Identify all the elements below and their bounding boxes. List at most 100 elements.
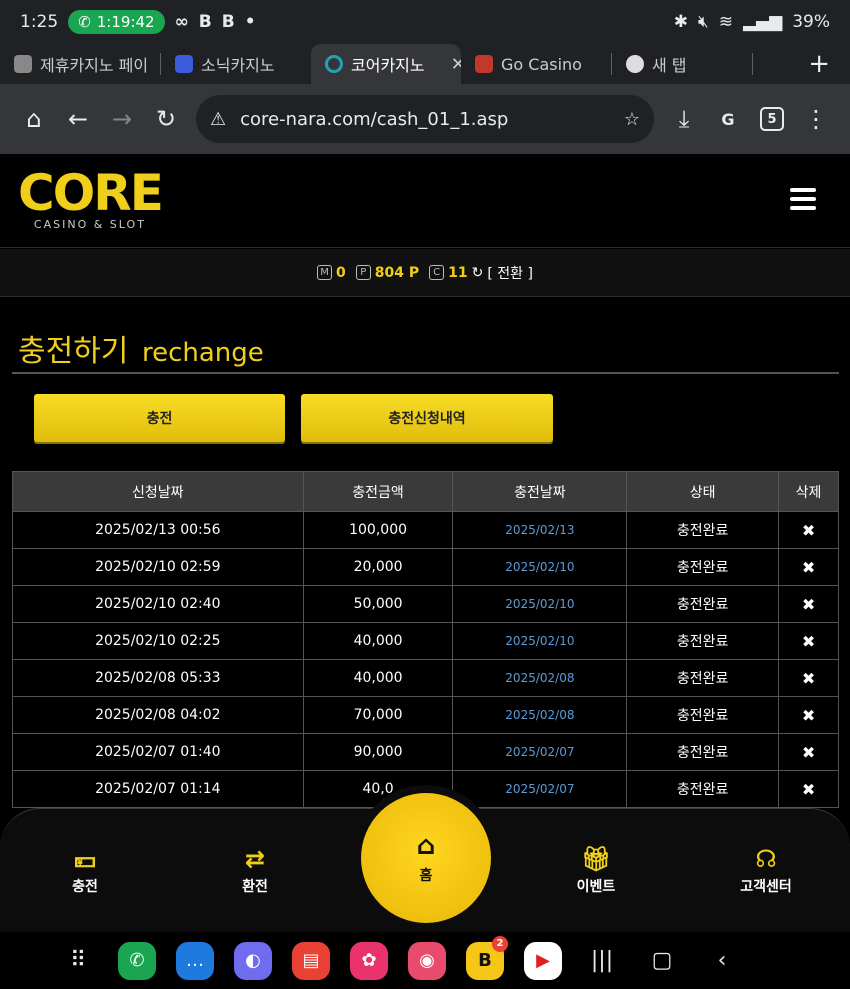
money-value: 0 (336, 264, 346, 281)
col-header: 상태 (626, 471, 780, 512)
download-icon[interactable]: ⤓ (662, 97, 706, 141)
charge-amount: 70,000 (302, 696, 454, 734)
app-drawer-icon[interactable]: ⠿ (58, 948, 98, 973)
p-badge-icon: P (355, 265, 371, 280)
close-tab-icon[interactable]: ✕ (451, 54, 461, 75)
phone-app-icon[interactable]: ✆ (118, 941, 156, 980)
charge-date: 2025/02/08 (452, 696, 628, 734)
url-text: core-nara.com/cash_01_1.asp (240, 108, 509, 130)
call-indicator[interactable]: ✆ 1:19:42 (68, 10, 165, 34)
forward-arrow-icon[interactable]: → (100, 97, 144, 141)
charge-amount: 40,000 (302, 659, 454, 697)
home-nav-icon[interactable]: ▢ (642, 948, 682, 973)
signal-icon: ▂▄▆ (742, 12, 783, 32)
translate-icon[interactable]: G (706, 97, 750, 141)
nav-label: 이벤트 (576, 879, 616, 895)
coupon-value: 11 (448, 264, 468, 281)
delete-icon[interactable]: ✖ (778, 622, 839, 660)
nav-charge[interactable]: 💴︎ 충전 (40, 842, 130, 896)
favicon-icon (325, 55, 343, 73)
internet-app-icon[interactable]: ◐ (234, 941, 272, 980)
delete-icon[interactable]: ✖ (778, 659, 839, 697)
bluetooth-icon: ✱ (673, 12, 688, 32)
table-row: 2025/02/10 02:59 20,000 2025/02/10 충전완료 … (12, 548, 839, 586)
call-timer: 1:19:42 (96, 13, 155, 31)
page-title: 충전하기 rechange (18, 326, 264, 370)
table-header-row: 신청날짜 충전금액 충전날짜 상태 삭제 (12, 471, 839, 512)
charge-history-table: 신청날짜 충전금액 충전날짜 상태 삭제 2025/02/13 00:56 10… (12, 471, 839, 808)
back-arrow-icon[interactable]: ← (56, 97, 100, 141)
coupon-balance: C 11 ↻ [ 전환 ] (429, 263, 533, 283)
core-logo[interactable]: CORE CASINO & SLOT (18, 168, 164, 231)
delete-icon[interactable]: ✖ (778, 585, 839, 623)
back-nav-icon[interactable]: ‹ (702, 948, 742, 973)
b-app-icon[interactable]: B2 (466, 935, 508, 980)
tab-go-casino[interactable]: Go Casino (461, 44, 611, 84)
title-divider (12, 372, 839, 374)
delete-icon[interactable]: ✖ (778, 733, 839, 771)
phone-icon: ✆ (78, 13, 91, 31)
messages-app-icon[interactable]: … (176, 941, 214, 980)
nav-home-button[interactable]: ⌂ 홈 (361, 793, 491, 923)
status: 충전완료 (626, 585, 780, 623)
warning-icon[interactable]: ⚠ (210, 109, 226, 130)
table-row: 2025/02/08 05:33 40,000 2025/02/08 충전완료 … (12, 659, 839, 697)
nav-exchange[interactable]: ⇄ 환전 (210, 842, 300, 896)
charge-button[interactable]: 충전 (34, 394, 285, 442)
more-menu-icon[interactable]: ⋮ (794, 97, 838, 141)
camera-app-icon[interactable]: ◉ (408, 941, 446, 980)
home-icon[interactable]: ⌂ (12, 97, 56, 141)
nav-support[interactable]: ☊ 고객센터 (721, 842, 811, 896)
site-header: CORE CASINO & SLOT (0, 154, 850, 248)
switch-link[interactable]: [ 전환 ] (487, 263, 533, 283)
tab-new-tab[interactable]: 새 탭 (612, 44, 752, 84)
col-header: 충전날짜 (452, 471, 628, 512)
delete-icon[interactable]: ✖ (778, 770, 839, 808)
youtube-app-icon[interactable]: ▶ (524, 941, 562, 980)
charge-date: 2025/02/10 (452, 585, 628, 623)
favicon-icon (475, 55, 493, 73)
delete-icon[interactable]: ✖ (778, 511, 839, 549)
favicon-icon (14, 55, 32, 73)
tab-sonic-casino[interactable]: 소닉카지노 (161, 44, 311, 84)
browser-tab-strip: 제휴카지노 페이 소닉카지노 코어카지노 ✕ Go Casino 새 탭 + (0, 44, 850, 84)
notification-icons: ∞ B B • (175, 12, 256, 32)
charge-amount: 90,000 (302, 733, 454, 771)
charge-date: 2025/02/13 (452, 511, 628, 549)
recents-icon[interactable]: ||| (582, 948, 622, 973)
flower-app-icon[interactable]: ✿ (350, 941, 388, 980)
charge-date: 2025/02/10 (452, 548, 628, 586)
table-row: 2025/02/08 04:02 70,000 2025/02/08 충전완료 … (12, 696, 839, 734)
delete-icon[interactable]: ✖ (778, 696, 839, 734)
charge-history-button[interactable]: 충전신청내역 (301, 394, 553, 442)
col-header: 신청날짜 (12, 471, 304, 512)
logo-subtitle: CASINO & SLOT (33, 218, 146, 231)
tab-core-casino[interactable]: 코어카지노 ✕ (311, 44, 461, 84)
infinity-icon: ∞ (174, 12, 189, 32)
notes-app-icon[interactable]: ▤ (292, 941, 330, 980)
request-date: 2025/02/08 05:33 (12, 659, 304, 697)
charge-amount: 20,000 (302, 548, 454, 586)
b-app-icon-2: B (221, 12, 235, 32)
status: 충전완료 (626, 733, 780, 771)
mute-icon: 🔇︎ (698, 12, 709, 32)
new-tab-plus-icon[interactable]: + (808, 49, 830, 79)
status: 충전완료 (626, 548, 780, 586)
col-header: 삭제 (778, 471, 839, 512)
refresh-icon[interactable]: ↻ (472, 265, 484, 281)
address-bar[interactable]: ⚠ core-nara.com/cash_01_1.asp ☆ (196, 95, 654, 143)
tab-divider (752, 53, 753, 75)
tab-switcher-button[interactable]: 5 (750, 97, 794, 141)
tab-label: Go Casino (501, 54, 582, 74)
tab-partner-casino[interactable]: 제휴카지노 페이 (0, 44, 160, 84)
reload-icon[interactable]: ↻ (144, 97, 188, 141)
m-badge-icon: M (317, 265, 333, 280)
star-icon[interactable]: ☆ (624, 109, 640, 130)
tab-label: 코어카지노 (351, 56, 425, 75)
charge-date: 2025/02/07 (452, 733, 628, 771)
nav-event[interactable]: 🎁︎ 이벤트 (551, 842, 641, 896)
delete-icon[interactable]: ✖ (778, 548, 839, 586)
hamburger-menu-icon[interactable] (790, 188, 816, 210)
request-date: 2025/02/07 01:40 (12, 733, 304, 771)
wifi-icon: ≋ (718, 12, 733, 32)
